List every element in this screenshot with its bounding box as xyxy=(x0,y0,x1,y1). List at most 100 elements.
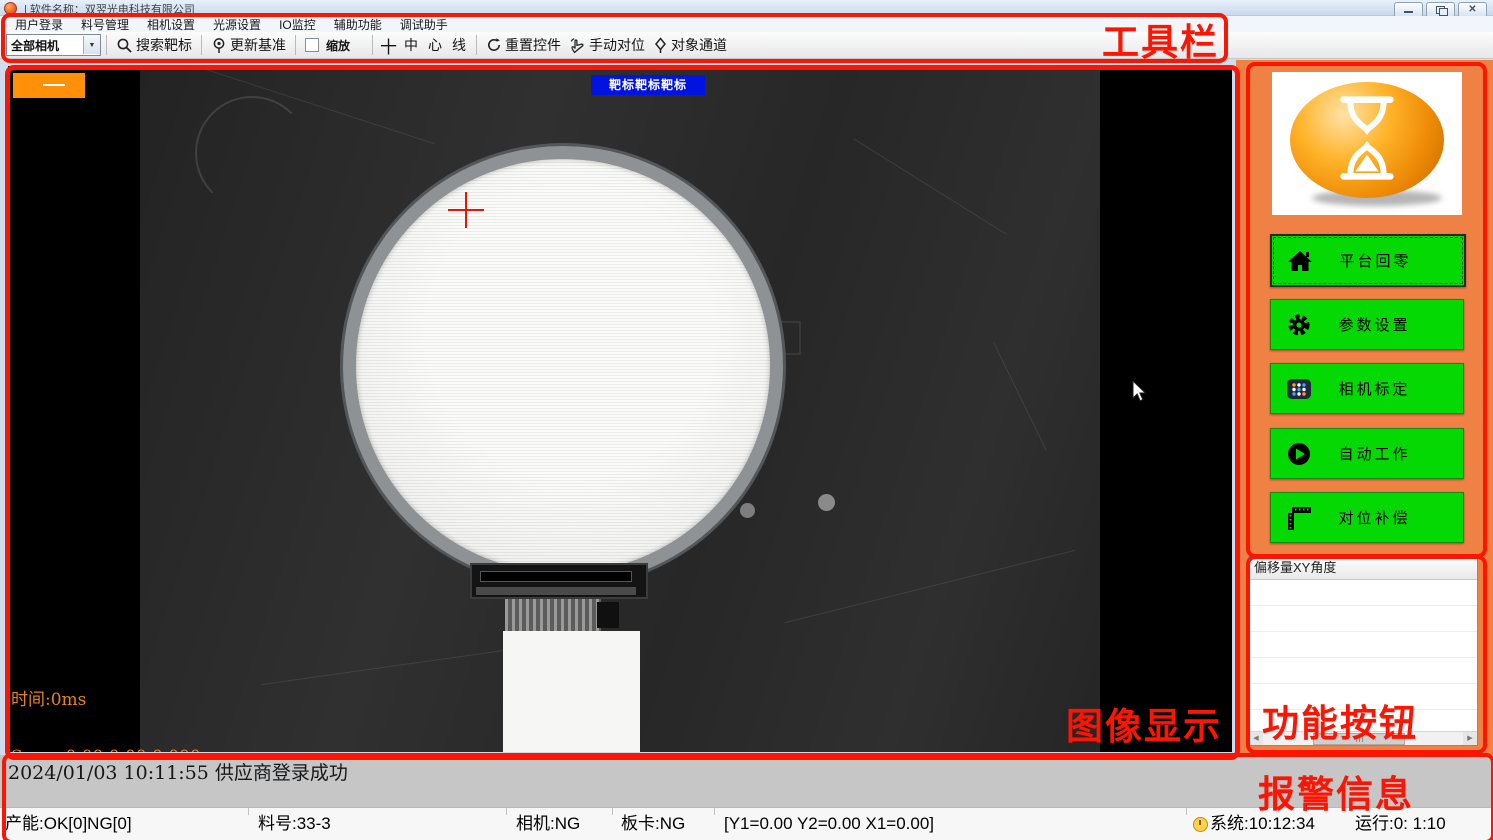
scratch-line xyxy=(993,342,1047,450)
camera-info-overlay: 时间:0ms Samp:0.00,0.00,0.000 ORG:1307.00,… xyxy=(11,653,246,752)
calibration-grid-icon xyxy=(1284,377,1314,401)
pin-icon xyxy=(211,37,227,54)
toolbar-separator xyxy=(372,35,373,55)
marker-dash-icon xyxy=(43,84,65,86)
scroll-left-icon[interactable]: ◀ xyxy=(1249,732,1263,745)
reset-controls-button[interactable]: 重置控件 xyxy=(482,34,565,56)
scrollbar-track[interactable] xyxy=(1263,732,1463,745)
blemish-dot xyxy=(818,494,835,511)
home-icon xyxy=(1285,249,1315,273)
image-display-viewport[interactable]: 靶标靶标靶标 时间:0ms Samp:0.00,0.00,0.000 ORG:1… xyxy=(8,66,1232,752)
menu-user-login[interactable]: 用户登录 xyxy=(6,16,72,33)
camera-select-value: 全部相机 xyxy=(7,37,83,54)
blemish-dot xyxy=(740,503,755,518)
parameter-settings-label: 参数设置 xyxy=(1314,314,1435,335)
search-target-button[interactable]: 搜索靶标 xyxy=(112,34,196,56)
center-mark-button[interactable]: 中 xyxy=(399,35,423,55)
table-row xyxy=(1249,658,1477,684)
offset-xy-angle-table[interactable]: 偏移量XY角度 ◀ ▶ xyxy=(1248,556,1478,746)
reset-controls-label: 重置控件 xyxy=(505,35,561,55)
circular-panel-under-test xyxy=(343,146,783,586)
app-icon xyxy=(4,2,17,15)
platform-home-label: 平台回零 xyxy=(1315,250,1436,271)
application-window: | 软件名称：双翌光电科技有限公司 ✕ 用户登录 料号管理 相机设置 光源设置 … xyxy=(0,0,1493,840)
flex-cable-tail xyxy=(503,631,640,752)
menu-light-settings[interactable]: 光源设置 xyxy=(204,16,270,33)
hand-icon xyxy=(569,37,586,54)
menu-io-monitor[interactable]: IO监控 xyxy=(270,16,325,33)
ruler-icon xyxy=(1284,505,1314,531)
clock-icon xyxy=(1193,817,1208,832)
scratch-arc xyxy=(195,96,309,210)
gear-icon xyxy=(1284,312,1314,338)
manual-align-button[interactable]: 手动对位 xyxy=(565,34,649,56)
scratch-line xyxy=(784,550,1075,624)
auto-work-label: 自动工作 xyxy=(1314,443,1435,464)
status-camera: 相机:NG xyxy=(516,808,580,840)
status-coords: [Y1=0.00 Y2=0.00 X1=0.00] xyxy=(724,808,934,840)
menu-debug-assistant[interactable]: 调试助手 xyxy=(391,16,457,33)
search-target-label: 搜索靶标 xyxy=(136,35,192,55)
object-channel-button[interactable]: 对象通道 xyxy=(649,34,731,56)
panel-connector xyxy=(470,563,648,599)
toolbar-separator xyxy=(106,35,107,55)
toolbar-separator xyxy=(476,35,477,55)
scratch-line xyxy=(853,138,1006,234)
status-bar: 产能:OK[0]NG[0] 料号:33-3 相机:NG 板卡:NG [Y1=0.… xyxy=(0,807,1493,840)
ribbon-cable xyxy=(505,599,601,631)
menu-part-management[interactable]: 料号管理 xyxy=(72,16,138,33)
status-system-time: 系统:10:12:34 xyxy=(1210,808,1315,840)
menu-camera-settings[interactable]: 相机设置 xyxy=(138,16,204,33)
crosshair-mark-button[interactable]: 十 xyxy=(378,33,399,58)
minimize-icon xyxy=(1404,11,1413,13)
toolbar: 全部相机 ▼ 搜索靶标 更新基准 缩放 十 中 心 xyxy=(0,32,1493,59)
parameter-settings-button[interactable]: 参数设置 xyxy=(1270,299,1464,350)
toolbar-separator xyxy=(201,35,202,55)
reset-arrow-icon xyxy=(486,37,502,53)
info-samp: Samp:0.00,0.00,0.000 xyxy=(11,748,246,752)
table-row xyxy=(1249,632,1477,658)
status-separator xyxy=(612,808,613,815)
menu-aux-functions[interactable]: 辅助功能 xyxy=(325,16,391,33)
camera-index-marker xyxy=(13,73,85,98)
toolbar-separator xyxy=(295,35,296,55)
update-baseline-label: 更新基准 xyxy=(230,35,286,55)
scrollbar-thumb[interactable] xyxy=(1313,733,1405,745)
connector-lip xyxy=(476,587,636,595)
crosshair-marker-v xyxy=(465,192,467,228)
line-mark-button[interactable]: 线 xyxy=(447,35,471,55)
offset-table-header: 偏移量XY角度 xyxy=(1249,557,1477,580)
zoom-checkbox[interactable] xyxy=(305,38,319,52)
hourglass-icon xyxy=(1327,90,1407,186)
align-compensation-label: 对位补偿 xyxy=(1314,507,1435,528)
auto-work-button[interactable]: 自动工作 xyxy=(1270,428,1464,479)
connector-slot xyxy=(480,571,632,582)
title-bar: | 软件名称：双翌光电科技有限公司 ✕ xyxy=(0,0,1493,16)
status-separator xyxy=(714,808,715,815)
align-compensation-button[interactable]: 对位补偿 xyxy=(1270,492,1464,543)
info-time: 时间:0ms xyxy=(11,691,246,710)
zoom-toggle[interactable]: 缩放 xyxy=(301,34,354,56)
manual-align-label: 手动对位 xyxy=(589,35,645,55)
restore-icon-front xyxy=(1439,8,1448,16)
close-icon: ✕ xyxy=(1459,3,1486,16)
platform-home-button[interactable]: 平台回零 xyxy=(1270,234,1466,287)
status-board: 板卡:NG xyxy=(621,808,685,840)
camera-select-dropdown[interactable]: 全部相机 ▼ xyxy=(6,34,101,56)
status-separator xyxy=(1186,808,1187,815)
table-row xyxy=(1249,580,1477,606)
search-icon xyxy=(116,37,133,54)
zoom-checkbox-label: 缩放 xyxy=(326,37,350,54)
heart-mark-button[interactable]: 心 xyxy=(423,35,447,55)
play-icon xyxy=(1284,441,1314,467)
camera-calibration-button[interactable]: 相机标定 xyxy=(1270,363,1464,414)
update-baseline-button[interactable]: 更新基准 xyxy=(207,34,290,56)
horizontal-scrollbar[interactable]: ◀ ▶ xyxy=(1249,731,1477,745)
log-message: 2024/01/03 10:11:55 供应商登录成功 xyxy=(8,758,348,785)
scroll-right-icon[interactable]: ▶ xyxy=(1463,732,1477,745)
status-yield: 产能:OK[0]NG[0] xyxy=(5,808,132,840)
object-channel-label: 对象通道 xyxy=(671,35,727,55)
table-row xyxy=(1249,684,1477,710)
table-row xyxy=(1249,606,1477,632)
hourglass-image xyxy=(1272,72,1462,215)
